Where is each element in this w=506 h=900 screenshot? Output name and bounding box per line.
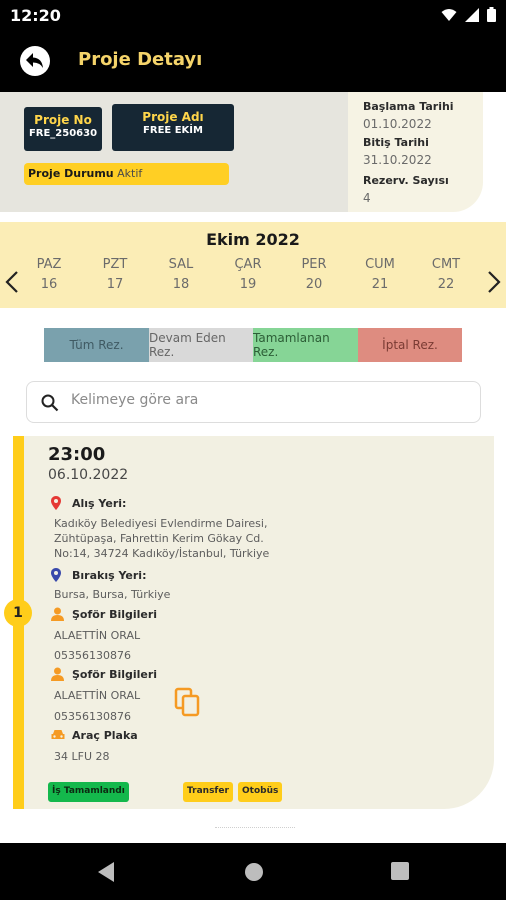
project-status-value: Aktif xyxy=(117,167,143,180)
driver-label: Şoför Bilgileri xyxy=(72,608,158,621)
signal-icon xyxy=(465,7,479,22)
location-pin-icon xyxy=(51,568,61,582)
calendar-day[interactable]: PAZ 16 xyxy=(24,255,74,295)
day-number: 18 xyxy=(172,277,190,292)
person-icon xyxy=(51,667,64,681)
driver-phone: 05356130876 xyxy=(54,649,131,662)
day-name: PZT xyxy=(102,257,128,272)
person-icon xyxy=(51,607,64,621)
pickup-label: Alış Yeri: xyxy=(72,497,127,510)
week-calendar: Ekim 2022 PAZ 16 PZT 17 SAL 18 ÇAR 19 PER 20 … xyxy=(0,222,506,308)
calendar-day[interactable]: PER 20 xyxy=(289,255,339,295)
vehicle-badge: Otobüs xyxy=(238,782,283,802)
location-pin-icon xyxy=(51,496,61,510)
day-name: PER xyxy=(301,257,327,272)
reservation-filter-tabs: Tüm Rez. Devam Eden Rez. Tamamlanan Rez.… xyxy=(44,328,462,362)
calendar-day[interactable]: CMT 22 xyxy=(421,255,471,295)
nav-recents-icon[interactable] xyxy=(390,861,410,881)
tab-cancelled-reservations[interactable]: İptal Rez. xyxy=(358,328,462,362)
reservation-date: 06.10.2022 xyxy=(48,467,129,483)
project-status-badge: Proje Durumu Aktif xyxy=(24,163,229,185)
calendar-day[interactable]: ÇAR 19 xyxy=(223,255,273,295)
project-no-label: Proje No xyxy=(34,113,92,127)
calendar-month: Ekim 2022 xyxy=(206,230,300,249)
driver-name: ALAETTİN ORAL xyxy=(54,689,141,702)
list-divider xyxy=(215,827,295,828)
end-date-value: 31.10.2022 xyxy=(363,153,432,167)
day-number: 17 xyxy=(106,277,124,292)
start-date-label: Başlama Tarihi xyxy=(363,100,454,113)
back-button[interactable] xyxy=(20,46,50,76)
tab-completed-reservations[interactable]: Tamamlanan Rez. xyxy=(253,328,358,362)
vehicle-plate-value: 34 LFU 28 xyxy=(54,750,110,763)
driver-label: Şoför Bilgileri xyxy=(72,668,158,681)
calendar-day[interactable]: PZT 17 xyxy=(90,255,140,295)
driver-phone: 05356130876 xyxy=(54,710,131,723)
pickup-address-line: Kadıköy Belediyesi Evlendirme Dairesi, xyxy=(54,517,268,530)
pickup-address: Kadıköy Belediyesi Evlendirme Dairesi, Z… xyxy=(54,516,269,561)
start-date-value: 01.10.2022 xyxy=(363,117,432,131)
calendar-day[interactable]: SAL 18 xyxy=(156,255,206,295)
tab-all-reservations[interactable]: Tüm Rez. xyxy=(44,328,149,362)
car-icon xyxy=(51,730,65,739)
dropoff-address: Bursa, Bursa, Türkiye xyxy=(54,588,171,601)
project-name-value: FREE EKİM xyxy=(143,125,203,136)
pickup-address-line: No:14, 34724 Kadıköy/İstanbul, Türkiye xyxy=(54,547,270,560)
vehicle-plate-label: Araç Plaka xyxy=(72,729,138,742)
day-number: 16 xyxy=(40,277,58,292)
app-bar: Proje Detayı xyxy=(0,32,506,92)
chevron-left-icon[interactable] xyxy=(4,270,20,294)
reservation-count-label: Rezerv. Sayısı xyxy=(363,174,449,187)
status-time: 12:20 xyxy=(10,6,61,25)
tab-ongoing-reservations[interactable]: Devam Eden Rez. xyxy=(149,328,253,362)
status-icons xyxy=(441,7,496,22)
day-name: PAZ xyxy=(36,257,62,272)
day-name: ÇAR xyxy=(234,257,262,272)
dropoff-label: Bırakış Yeri: xyxy=(72,569,147,582)
driver-name: ALAETTİN ORAL xyxy=(54,629,141,642)
project-no-value: FRE_250630 xyxy=(28,128,98,139)
back-arrow-icon xyxy=(26,53,43,68)
status-badge: İş Tamamlandı xyxy=(48,782,129,802)
wifi-icon xyxy=(441,8,457,21)
calendar-day[interactable]: CUM 21 xyxy=(355,255,405,295)
chevron-right-icon[interactable] xyxy=(486,270,502,294)
nav-back-icon[interactable] xyxy=(96,861,116,883)
day-name: SAL xyxy=(168,257,194,272)
project-no-box: Proje No FRE_250630 xyxy=(24,107,102,151)
status-bar: 12:20 xyxy=(0,0,506,32)
day-name: CMT xyxy=(431,257,461,272)
copy-icon[interactable] xyxy=(174,687,200,717)
reservation-index-badge: 1 xyxy=(4,599,32,627)
project-status-key: Proje Durumu xyxy=(28,167,114,180)
system-nav-bar xyxy=(0,843,506,900)
nav-home-icon[interactable] xyxy=(243,861,265,883)
type-badge: Transfer xyxy=(183,782,233,802)
day-number: 21 xyxy=(371,277,389,292)
day-number: 22 xyxy=(437,277,455,292)
day-name: CUM xyxy=(365,257,395,272)
reservation-count-value: 4 xyxy=(363,191,371,205)
search-box xyxy=(26,381,481,423)
battery-icon xyxy=(487,7,496,22)
pickup-address-line: Zühtüpaşa, Fahrettin Kerim Gökay Cd. xyxy=(54,532,264,545)
page-title: Proje Detayı xyxy=(78,49,203,70)
end-date-label: Bitiş Tarihi xyxy=(363,136,429,149)
search-input[interactable] xyxy=(71,392,471,408)
day-number: 20 xyxy=(305,277,323,292)
reservation-time: 23:00 xyxy=(48,444,106,465)
reservation-card[interactable]: 23:00 06.10.2022 Alış Yeri: Kadıköy Bele… xyxy=(13,436,494,809)
project-name-box: Proje Adı FREE EKİM xyxy=(112,104,234,151)
day-number: 19 xyxy=(239,277,257,292)
search-icon xyxy=(41,394,59,412)
project-name-label: Proje Adı xyxy=(142,110,204,124)
